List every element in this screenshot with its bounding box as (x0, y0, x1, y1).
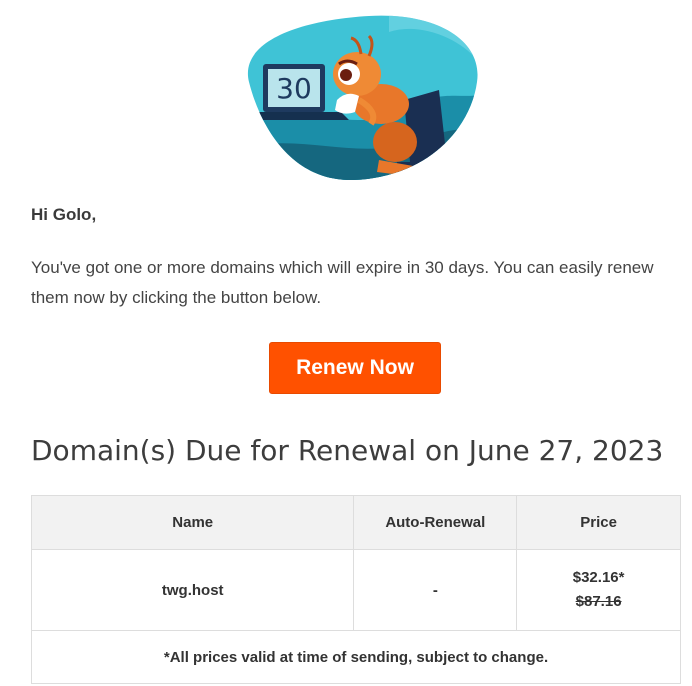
table-row: twg.host - $32.16* $87.16 (30, 549, 681, 631)
intro-paragraph: You've got one or more domains which wil… (31, 258, 654, 307)
column-header-price: Price (516, 495, 681, 550)
auto-renewal-cell: - (353, 549, 518, 631)
renew-now-button[interactable]: Renew Now (269, 342, 441, 394)
price-original: $87.16 (575, 593, 622, 610)
price-cell: $32.16* $87.16 (516, 549, 681, 631)
price-current: $32.16* (572, 569, 625, 586)
table-footnote-row: *All prices valid at time of sending, su… (31, 630, 681, 684)
domain-name-cell: twg.host (30, 549, 355, 631)
greeting-text: Hi Golo, (31, 205, 97, 224)
domains-table: Name Auto-Renewal Price twg.host - $32.1… (30, 495, 681, 684)
hero-counter: 30 (276, 72, 312, 105)
column-header-auto-renewal: Auto-Renewal (353, 495, 518, 550)
column-header-name: Name (30, 495, 355, 550)
hero-illustration: 30 (229, 12, 483, 182)
price-footnote: *All prices valid at time of sending, su… (31, 630, 681, 684)
table-header-row: Name Auto-Renewal Price (30, 495, 681, 550)
ant-laptop-icon: 30 (247, 15, 478, 181)
section-title: Domain(s) Due for Renewal on June 27, 20… (31, 434, 664, 467)
